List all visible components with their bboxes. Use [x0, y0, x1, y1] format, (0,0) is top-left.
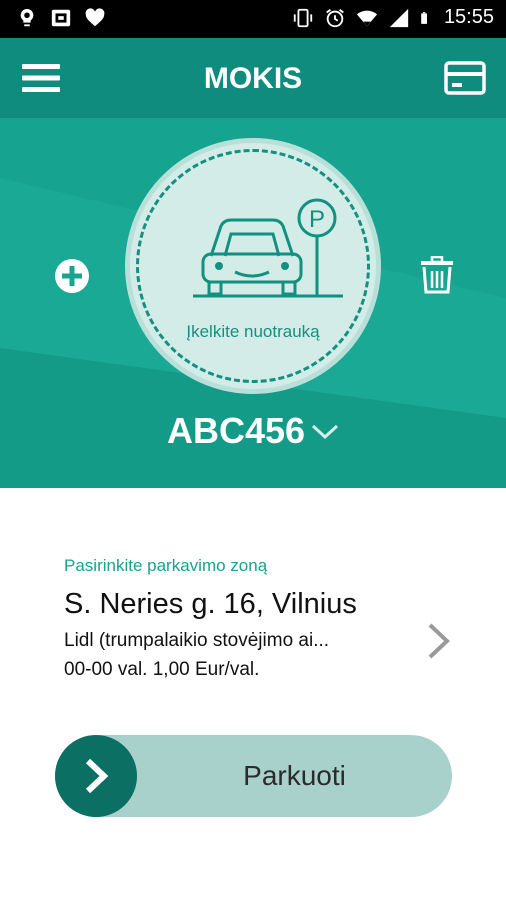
zone-caption: Pasirinkite parkavimo zoną [64, 556, 268, 575]
signal-icon [389, 8, 409, 27]
photo-dashed-ring: P Įkelkite nuotrauką [136, 149, 370, 383]
payment-card-button[interactable] [444, 60, 486, 96]
status-time: 15:55 [443, 6, 494, 28]
app-bar: MOKIS [0, 38, 506, 118]
zone-description: Lidl (trumpalaikio stovėjimo ai... [64, 630, 330, 651]
chevron-right-icon [85, 758, 109, 794]
wifi-icon [356, 10, 378, 26]
vibrate-icon [293, 8, 313, 27]
upload-photo-button[interactable]: P Įkelkite nuotrauką [125, 138, 381, 394]
add-vehicle-button[interactable] [54, 258, 90, 294]
park-slider-handle[interactable] [55, 735, 137, 817]
vehicle-panel: P Įkelkite nuotrauką ABC456 [0, 118, 506, 488]
alarm-icon [326, 8, 344, 27]
app-title: MOKIS [203, 62, 303, 95]
zone-price: 00-00 val. 1,00 Eur/val. [64, 659, 260, 680]
chevron-down-icon [312, 424, 339, 440]
plate-selector[interactable]: ABC456 [0, 410, 506, 452]
credit-card-icon [444, 61, 486, 95]
trash-icon [421, 255, 453, 294]
plate-number: ABC456 [166, 410, 306, 451]
car-parking-icon: P [193, 198, 343, 298]
svg-text:P: P [309, 206, 325, 233]
chevron-right-icon [428, 623, 450, 659]
photo-badge-icon [51, 9, 71, 27]
park-slider[interactable]: Parkuoti [55, 735, 452, 817]
plus-circle-icon [55, 259, 89, 293]
heart-icon [85, 8, 105, 27]
upload-photo-label: Įkelkite nuotrauką [186, 322, 320, 341]
battery-icon [421, 11, 427, 24]
lightbulb-icon [20, 8, 34, 27]
delete-vehicle-button[interactable] [420, 255, 454, 294]
park-label: Parkuoti [243, 760, 346, 791]
status-bar: 15:55 [0, 0, 506, 38]
zone-address: S. Neries g. 16, Vilnius [64, 588, 357, 620]
parking-zone-selector[interactable]: S. Neries g. 16, Vilnius Lidl (trumpalai… [60, 588, 460, 688]
